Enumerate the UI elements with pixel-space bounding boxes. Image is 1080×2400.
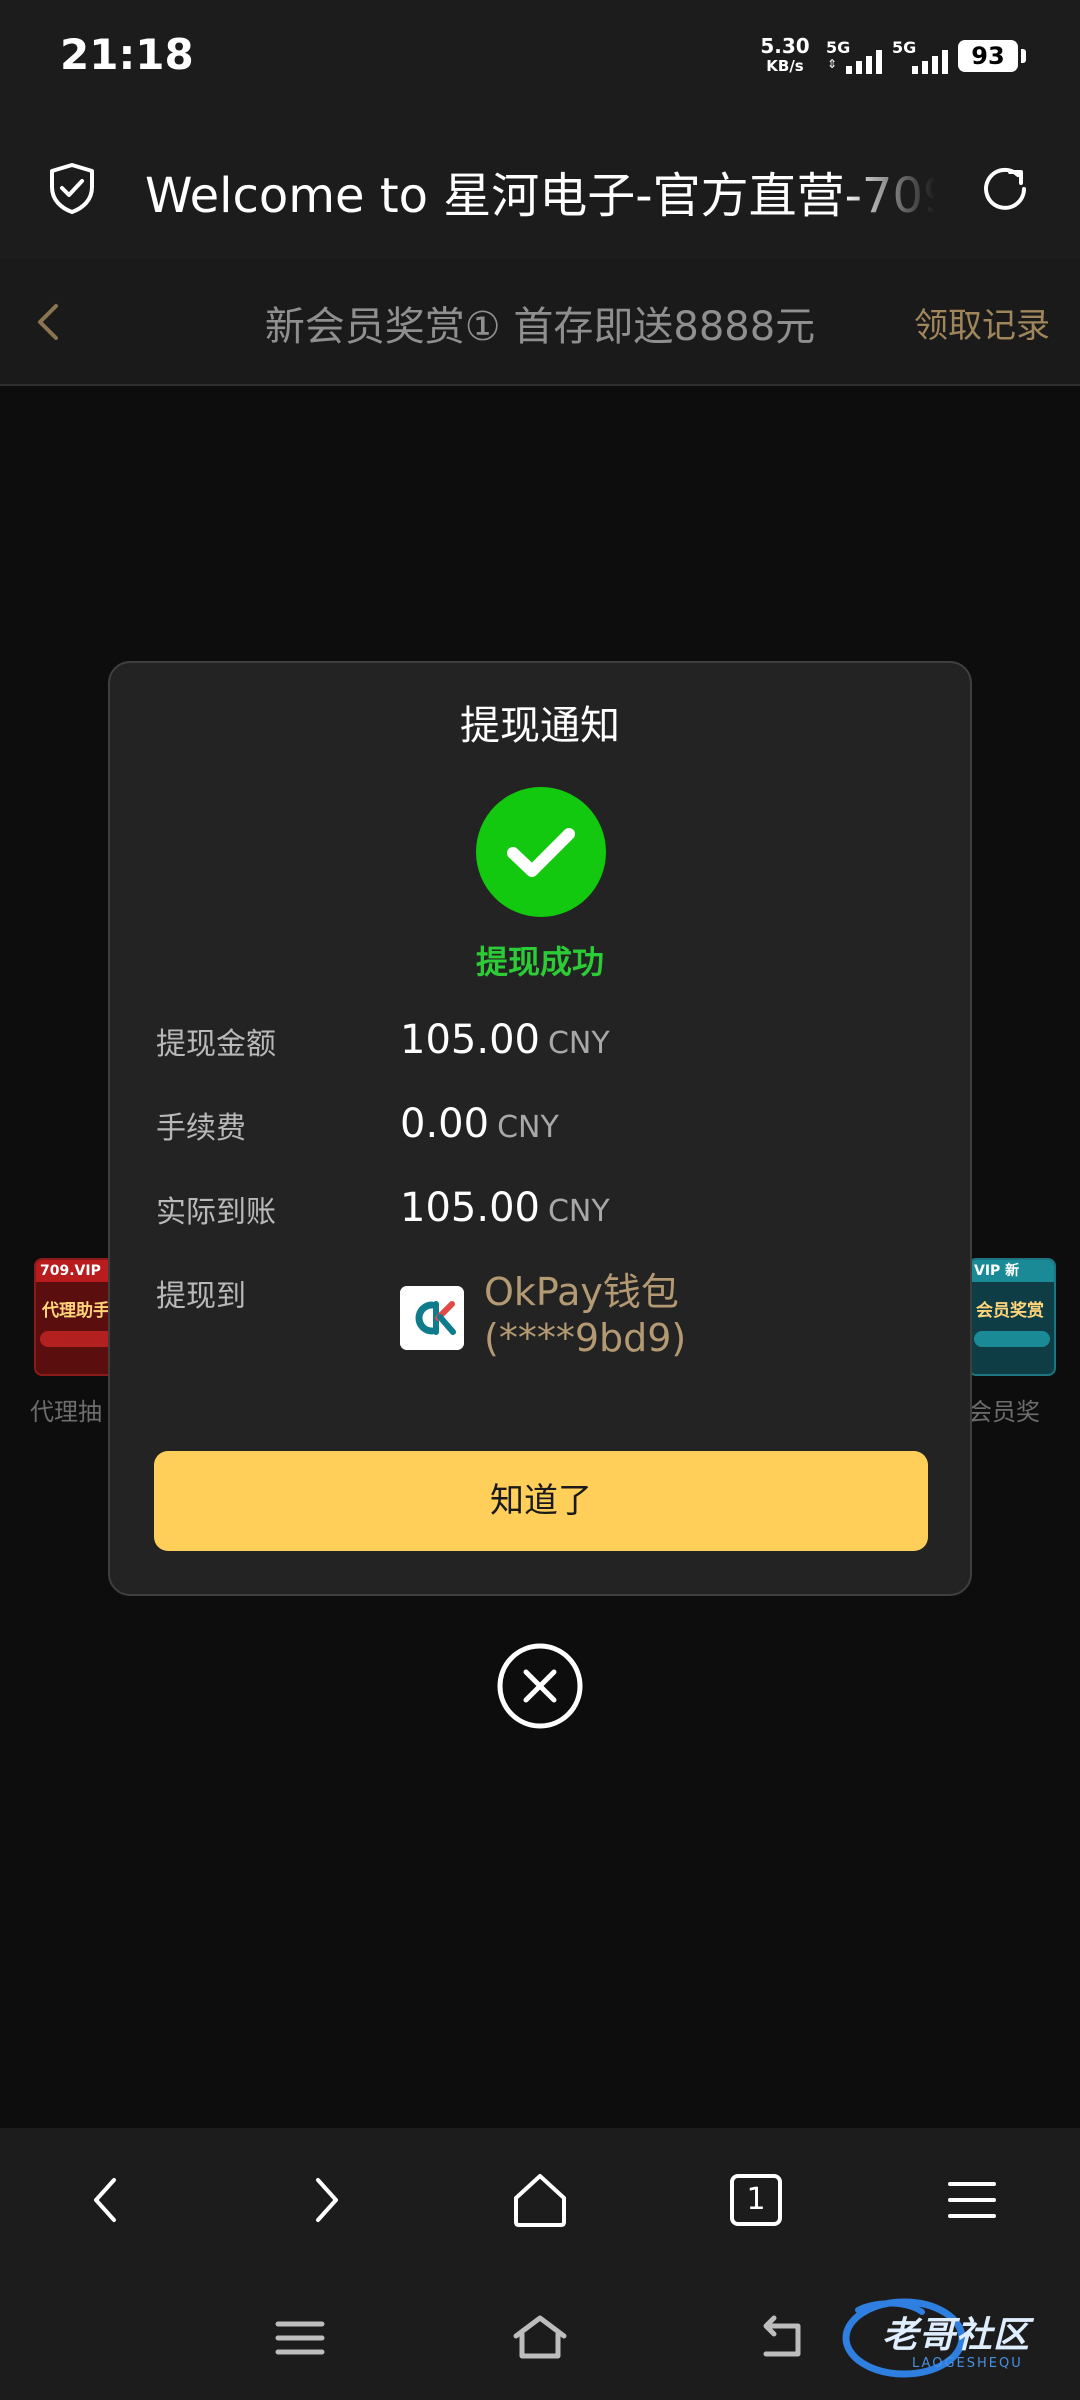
wallet-account: (****9bd9) — [484, 1316, 687, 1360]
signal-sim1-icon: 5G ⇕ — [826, 38, 896, 78]
tabs-button[interactable]: 1 — [724, 2168, 788, 2232]
wallet-destination: OkPay钱包 (****9bd9) — [484, 1269, 686, 1361]
browser-back-icon[interactable] — [76, 2168, 140, 2232]
browser-address-bar: Welcome to 星河电子-官方直营-709.VIP — [0, 118, 1080, 258]
withdraw-amount-label: 提现金额 — [156, 1027, 276, 1062]
destination-label: 提现到 — [156, 1279, 246, 1314]
network-speed: 5.30 KB/s — [760, 34, 810, 75]
recent-apps-icon[interactable] — [270, 2312, 330, 2364]
back-chevron-icon[interactable] — [26, 296, 72, 348]
member-reward-label: 会员奖 — [968, 1398, 1040, 1426]
dialog-title: 提现通知 — [460, 703, 620, 749]
records-link[interactable]: 领取记录 — [914, 298, 1050, 347]
watermark-logo: 老哥社区 LAOGESHEQU — [838, 2294, 1068, 2384]
refresh-icon[interactable] — [976, 160, 1034, 218]
signal-sim2-icon: 5G — [892, 38, 962, 78]
browser-toolbar: 1 — [0, 2128, 1080, 2272]
member-reward-card[interactable]: VIP 新 会员奖赏 — [968, 1258, 1056, 1376]
page-title[interactable]: Welcome to 星河电子-官方直营-709.VIP — [145, 156, 935, 226]
success-status: 提现成功 — [475, 943, 604, 981]
got-it-button[interactable]: 知道了 — [154, 1451, 928, 1551]
browser-home-icon[interactable] — [508, 2168, 572, 2232]
status-time: 21:18 — [60, 30, 194, 79]
okpay-wallet-icon — [400, 1286, 464, 1350]
actual-received-value: 105.00 CNY — [400, 1185, 610, 1231]
system-back-icon[interactable] — [752, 2312, 812, 2364]
success-check-icon — [476, 787, 606, 917]
close-dialog-icon[interactable] — [496, 1642, 584, 1730]
actual-received-label: 实际到账 — [156, 1195, 276, 1230]
header-title: 新会员奖赏① 首存即送8888元 — [264, 304, 816, 350]
system-home-icon[interactable] — [510, 2312, 570, 2364]
withdrawal-notice-dialog: 提现通知 提现成功 提现金额 105.00 CNY 手续费 0.00 CNY 实际到… — [108, 661, 972, 1596]
browser-forward-icon[interactable] — [292, 2168, 356, 2232]
battery-icon: 93 — [958, 40, 1026, 72]
wallet-name: OkPay钱包 — [484, 1270, 679, 1314]
page-header: 新会员奖赏① 首存即送8888元 领取记录 — [0, 258, 1080, 386]
agent-lottery-label: 代理抽 — [30, 1398, 102, 1426]
withdraw-amount-value: 105.00 CNY — [400, 1017, 610, 1063]
shield-check-icon[interactable] — [44, 160, 100, 216]
fee-label: 手续费 — [156, 1111, 246, 1146]
status-bar: 21:18 5.30 KB/s 5G ⇕ 5G 93 — [0, 0, 1080, 118]
browser-menu-icon[interactable] — [940, 2168, 1004, 2232]
tab-count: 1 — [746, 2182, 766, 2217]
fee-value: 0.00 CNY — [400, 1101, 559, 1147]
system-navigation-bar: 老哥社区 LAOGESHEQU — [0, 2272, 1080, 2400]
